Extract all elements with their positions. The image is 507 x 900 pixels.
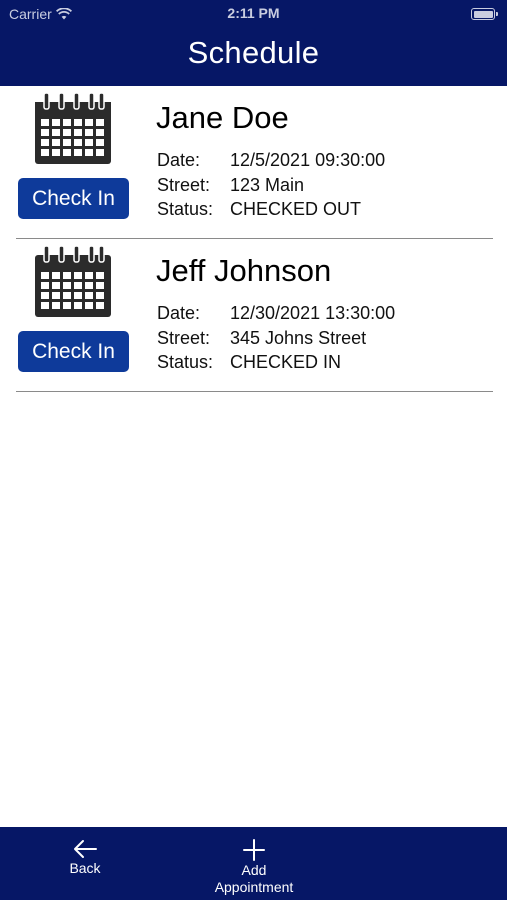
status-field: Status: CHECKED IN <box>157 352 341 373</box>
street-field: Street: 123 Main <box>157 175 304 196</box>
street-field: Street: 345 Johns Street <box>157 328 366 349</box>
status-value: CHECKED IN <box>230 352 342 372</box>
status-value: CHECKED OUT <box>230 199 362 219</box>
status-bar: Carrier 2:11 PM <box>0 0 507 30</box>
add-label-line2: Appointment <box>214 879 294 895</box>
street-value: 345 Johns Street <box>230 328 367 348</box>
street-label: Street: <box>157 328 211 348</box>
check-in-button[interactable]: Check In <box>18 178 129 219</box>
date-field: Date: 12/30/2021 13:30:00 <box>157 303 395 324</box>
page-title: Schedule <box>187 35 320 70</box>
appointment-name: Jane Doe <box>156 100 289 135</box>
date-value: 12/30/2021 13:30:00 <box>230 303 396 323</box>
street-label: Street: <box>157 175 211 195</box>
date-label: Date: <box>157 150 201 170</box>
date-field: Date: 12/5/2021 09:30:00 <box>157 150 385 171</box>
appointment-name: Jeff Johnson <box>156 253 332 288</box>
calendar-icon <box>35 245 111 317</box>
appointment-row[interactable]: Check In Jane Doe Date: 12/5/2021 09:30:0… <box>0 86 507 239</box>
status-label: Status: <box>157 199 214 219</box>
check-in-button[interactable]: Check In <box>18 331 129 372</box>
status-field: Status: CHECKED OUT <box>157 199 361 220</box>
arrow-left-icon <box>74 840 97 858</box>
back-button[interactable]: Back <box>60 839 110 877</box>
nav-bar: Schedule <box>0 30 507 86</box>
date-label: Date: <box>157 303 201 323</box>
appointment-row[interactable]: Check In Jeff Johnson Date: 12/30/2021 13… <box>0 239 507 392</box>
calendar-icon <box>35 92 111 164</box>
add-appointment-button[interactable]: Add Appointment <box>204 839 304 896</box>
tab-bar: Back Add Appointment <box>0 827 507 900</box>
status-time: 2:11 PM <box>227 5 280 21</box>
plus-icon <box>243 839 265 861</box>
street-value: 123 Main <box>230 175 305 195</box>
row-divider <box>16 391 493 392</box>
status-label: Status: <box>157 352 214 372</box>
battery-icon <box>471 8 498 20</box>
date-value: 12/5/2021 09:30:00 <box>230 150 386 170</box>
add-label-line1: Add <box>241 862 267 878</box>
appointment-list: Check In Jane Doe Date: 12/5/2021 09:30:0… <box>0 86 507 392</box>
back-label: Back <box>69 860 101 876</box>
